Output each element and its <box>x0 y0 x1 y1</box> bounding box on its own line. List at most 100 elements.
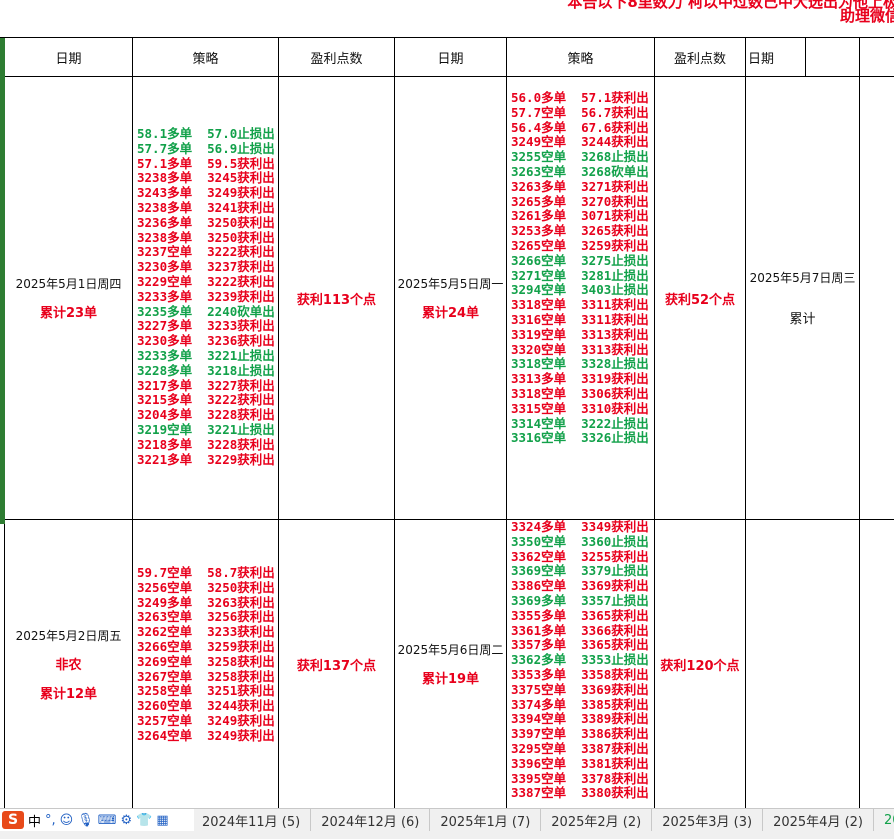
strategy-line: 3253多单 3265获利出 <box>511 223 649 239</box>
header-date-3: 日期 <box>748 51 775 67</box>
strategy-line: 3249多单 3263获利出 <box>137 594 275 610</box>
strategy-line: 3264空单 3249获利出 <box>137 727 275 743</box>
strategy-line: 3361多单 3366获利出 <box>511 622 649 638</box>
strategy-line: 3217多单 3227获利出 <box>137 377 275 393</box>
sogou-logo-icon[interactable]: S <box>2 811 24 829</box>
profit-cell: 获利52个点 <box>664 292 736 308</box>
strategy-line: 3271空单 3281止损出 <box>511 267 649 283</box>
sheet-tab[interactable]: 2025年3月 (3) <box>652 809 764 831</box>
strategy-line: 3362空单 3255获利出 <box>511 548 649 564</box>
strategy-line: 3375空单 3369获利出 <box>511 681 649 697</box>
emoji-icon[interactable]: ☺ <box>60 813 74 828</box>
strategy-line: 3237空单 3222获利出 <box>137 244 275 260</box>
keyboard-icon[interactable]: ⌨ <box>98 813 117 828</box>
punctuation-icon[interactable]: °, <box>45 813 56 828</box>
strategy-line: 3263空单 3268砍单出 <box>511 163 649 179</box>
strategy-line: 3374多单 3385获利出 <box>511 696 649 712</box>
date-cell: 2025年5月5日周一 累计24单 <box>395 77 506 519</box>
strategy-line: 3238多单 3250获利出 <box>137 229 275 245</box>
strategy-line: 3235多单 2240砍单出 <box>137 303 275 319</box>
skin-icon[interactable]: 👕 <box>136 813 152 828</box>
order-count: 累计 <box>789 312 816 327</box>
strategy-line: 3369多单 3357止损出 <box>511 592 649 608</box>
sheet-tab[interactable]: 2025年2月 (2) <box>541 809 653 831</box>
microphone-icon[interactable]: 🎙 <box>77 813 94 828</box>
strategy-line: 3265空单 3259获利出 <box>511 237 649 253</box>
date-cell: 2025年5月2日周五 非农 累计12单 <box>5 520 132 808</box>
strategy-line: 3387空单 3380获利出 <box>511 785 649 801</box>
strategy-line: 3313多单 3319获利出 <box>511 371 649 387</box>
strategy-line: 57.7多单 56.9止损出 <box>137 140 275 156</box>
date-label: 2025年5月7日周三 <box>749 271 856 285</box>
selection-border <box>0 38 5 524</box>
strategy-line: 3228多单 3218止损出 <box>137 362 275 378</box>
banner-line-2: 助理微信 <box>839 7 894 25</box>
strategy-list: 3324多单 3349获利出 3350空单 3360止损出 3362空单 3255获… <box>511 520 654 801</box>
sheet-tab[interactable]: 2025年4月 (2) <box>763 809 874 831</box>
profit-cell: 获利120个点 <box>660 658 740 674</box>
order-count: 累计12单 <box>39 686 98 702</box>
strategy-line: 3263空单 3256获利出 <box>137 609 275 625</box>
strategy-line: 57.1多单 59.5获利出 <box>137 155 275 171</box>
ime-mode[interactable]: 中 <box>28 811 41 830</box>
ime-toolbar[interactable]: S 中 °, ☺ 🎙 ⌨ ⚙ 👕 ▦ <box>0 809 194 831</box>
strategy-line: 3261多单 3071获利出 <box>511 208 649 224</box>
strategy-list: 56.0多单 57.1获利出 57.7空单 56.7获利出 56.4多单 67.6获… <box>511 91 654 446</box>
strategy-line: 3355多单 3365获利出 <box>511 607 649 623</box>
strategy-line: 3219空单 3221止损出 <box>137 421 275 437</box>
strategy-line: 3262空单 3233获利出 <box>137 624 275 640</box>
event-tag: 非农 <box>55 657 82 673</box>
strategy-line: 3227多单 3233获利出 <box>137 318 275 334</box>
header-strategy-1: 策略 <box>192 51 219 67</box>
strategy-line: 3221多单 3229获利出 <box>137 451 275 467</box>
strategy-line: 3318空单 3306获利出 <box>511 385 649 401</box>
strategy-line: 3269空单 3258获利出 <box>137 653 275 669</box>
strategy-line: 3238多单 3241获利出 <box>137 199 275 215</box>
strategy-line: 3229空单 3222获利出 <box>137 273 275 289</box>
strategy-line: 3215多单 3222获利出 <box>137 392 275 408</box>
tools-icon[interactable]: ⚙ <box>121 813 133 828</box>
strategy-line: 3236多单 3250获利出 <box>137 214 275 230</box>
header-strategy-2: 策略 <box>567 51 594 67</box>
strategy-line: 3369空单 3379止损出 <box>511 563 649 579</box>
date-cell: 2025年5月6日周二 累计19单 <box>395 520 506 808</box>
profit-cell: 获利137个点 <box>296 658 377 674</box>
strategy-line: 3265多单 3270获利出 <box>511 193 649 209</box>
sheet-tab[interactable]: 2025年1月 (7) <box>430 809 542 831</box>
strategy-line: 3230多单 3237获利出 <box>137 259 275 275</box>
sheet-tabs: 2024年11月 (5) 2024年12月 (6) 2025年1月 (7) 20… <box>192 809 894 839</box>
date-label: 2025年5月6日周二 <box>397 643 504 657</box>
strategy-line: 3238多单 3245获利出 <box>137 170 275 186</box>
strategy-line: 3256空单 3250获利出 <box>137 579 275 595</box>
strategy-line: 56.4多单 67.6获利出 <box>511 119 649 135</box>
header-profit-1: 盈利点数 <box>310 51 363 67</box>
order-count: 累计24单 <box>421 306 480 321</box>
sheet-tab-active[interactable]: 2025 <box>874 809 894 831</box>
strategy-line: 3396空单 3381获利出 <box>511 755 649 771</box>
grid-icon[interactable]: ▦ <box>156 813 168 828</box>
strategy-line: 3315空单 3310获利出 <box>511 400 649 416</box>
banner: 本告以下8里数力 柯以中过数己中大选出为他上极 助理微信 <box>0 0 894 37</box>
strategy-line: 3318空单 3311获利出 <box>511 297 649 313</box>
strategy-line: 3233多单 3221止损出 <box>137 347 275 363</box>
strategy-line: 3263多单 3271获利出 <box>511 178 649 194</box>
strategy-line: 3258空单 3251获利出 <box>137 683 275 699</box>
strategy-list: 59.7空单 58.7获利出 3256空单 3250获利出 3249多单 3263获… <box>137 566 278 744</box>
strategy-line: 58.1多单 57.0止损出 <box>137 127 275 141</box>
header-profit-2: 盈利点数 <box>673 51 726 67</box>
sheet-tab[interactable]: 2024年11月 (5) <box>192 809 312 831</box>
date-label: 2025年5月5日周一 <box>397 277 504 291</box>
strategy-line: 3218多单 3228获利出 <box>137 436 275 452</box>
strategy-line: 3257空单 3249获利出 <box>137 712 275 728</box>
order-count: 累计23单 <box>39 306 98 321</box>
strategy-line: 3243多单 3249获利出 <box>137 185 275 201</box>
strategy-line: 3324多单 3349获利出 <box>511 520 649 534</box>
date-label: 2025年5月1日周四 <box>15 277 122 291</box>
strategy-line: 59.7空单 58.7获利出 <box>137 566 275 580</box>
strategy-line: 3255空单 3268止损出 <box>511 149 649 165</box>
strategy-line: 56.0多单 57.1获利出 <box>511 91 649 105</box>
strategy-line: 3395空单 3378获利出 <box>511 770 649 786</box>
strategy-line: 3316空单 3311获利出 <box>511 311 649 327</box>
date-cell: 2025年5月1日周四 累计23单 <box>5 77 132 519</box>
sheet-tab[interactable]: 2024年12月 (6) <box>311 809 431 831</box>
